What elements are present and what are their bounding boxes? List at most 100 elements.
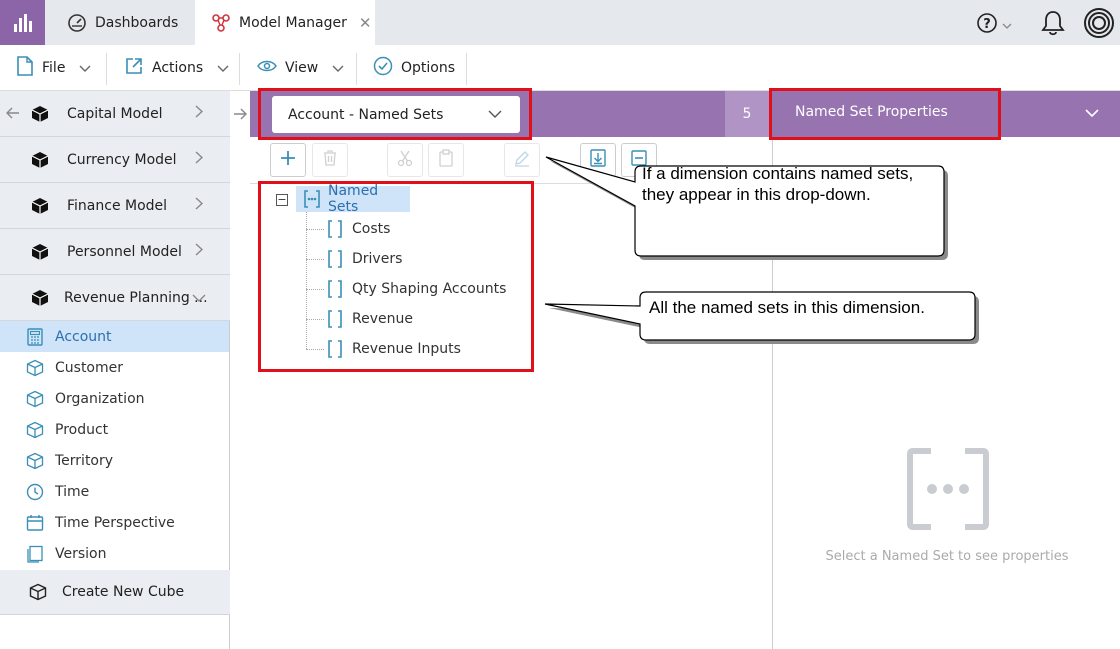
add-button[interactable]: [270, 143, 306, 177]
clock-icon: [26, 483, 44, 505]
dimension-label: Customer: [55, 359, 124, 376]
chevron-down-icon: [79, 60, 91, 76]
named-set-placeholder-icon: [907, 448, 989, 534]
chevron-right-icon: [195, 105, 204, 122]
cube-outline-icon: [26, 390, 44, 412]
model-network-icon: [211, 13, 231, 33]
help-icon: ?: [976, 12, 998, 38]
dimension-label: Territory: [55, 452, 114, 469]
arrow-right-icon[interactable]: [230, 91, 250, 137]
actions-menu[interactable]: Actions: [124, 45, 229, 91]
help-menu[interactable]: ?: [976, 12, 1012, 38]
chevron-right-icon: [195, 151, 204, 168]
model-label: Revenue Planning ...: [64, 289, 208, 306]
model-item-personnel[interactable]: Personnel Model: [0, 229, 230, 275]
tab-close-icon[interactable]: ✕: [359, 14, 372, 32]
chevron-down-icon: [1002, 19, 1012, 32]
top-bar: Dashboards Model Manager ✕ ?: [0, 0, 1120, 45]
help-glyph: ?: [983, 17, 991, 32]
callout-list-text: All the named sets in this dimension.: [649, 298, 925, 317]
toolbar-divider: [239, 53, 240, 85]
model-item-currency[interactable]: Currency Model: [0, 137, 230, 183]
chevron-right-icon: [195, 243, 204, 260]
tab-label: Model Manager: [239, 14, 347, 31]
chevron-down-icon: [332, 60, 344, 76]
model-label: Capital Model: [67, 105, 163, 122]
dimension-item-territory[interactable]: Territory: [0, 445, 229, 476]
notifications-bell-icon[interactable]: [1040, 9, 1066, 41]
empty-properties-message: Select a Named Set to see properties: [825, 549, 1069, 564]
callout-line: they appear in this drop-down.: [642, 185, 871, 204]
named-set-count-badge: 5: [725, 91, 769, 137]
create-new-cube-button[interactable]: Create New Cube: [0, 570, 230, 615]
tab-dashboards[interactable]: Dashboards: [45, 0, 195, 45]
model-item-revenue-planning[interactable]: Revenue Planning ...: [0, 275, 230, 321]
file-icon: [16, 55, 34, 81]
model-item-finance[interactable]: Finance Model: [0, 183, 230, 229]
model-label: Personnel Model: [67, 243, 182, 260]
callout-dropdown-text: If a dimension contains named sets, they…: [642, 163, 913, 205]
cube-icon: [31, 105, 49, 127]
download-tray-icon: [589, 148, 607, 172]
options-label: Options: [401, 60, 456, 76]
create-cube-label: Create New Cube: [62, 584, 185, 600]
dimension-item-customer[interactable]: Customer: [0, 352, 229, 383]
chevron-down-icon[interactable]: [1085, 105, 1099, 121]
cube-outline-icon: [26, 452, 44, 474]
callout-line: If a dimension contains named sets,: [642, 164, 914, 183]
app-logo-icon[interactable]: [0, 0, 45, 45]
view-menu[interactable]: View: [257, 45, 344, 91]
calendar-icon: [26, 514, 44, 536]
highlight-dropdown: [258, 88, 532, 140]
file-menu-label: File: [42, 60, 66, 76]
user-avatar-icon[interactable]: [1083, 7, 1115, 43]
dimension-item-time[interactable]: Time: [0, 476, 229, 507]
cube-icon: [31, 197, 49, 219]
dimension-item-version[interactable]: Version: [0, 538, 229, 569]
cube-icon: [31, 151, 49, 173]
clipboard-icon: [438, 149, 454, 171]
dimension-label: Time Perspective: [55, 514, 175, 531]
tab-model-manager[interactable]: Model Manager ✕: [195, 0, 375, 45]
cut-button[interactable]: [387, 143, 423, 177]
model-item-capital[interactable]: Capital Model: [0, 91, 230, 137]
paste-button[interactable]: [428, 143, 464, 177]
main-toolbar: File Actions View Options: [0, 45, 1120, 91]
scissors-icon: [396, 149, 414, 171]
model-label: Finance Model: [67, 197, 168, 214]
cube-outline-icon: [26, 421, 44, 443]
options-button[interactable]: Options: [373, 45, 455, 91]
tab-label: Dashboards: [95, 14, 179, 31]
external-link-icon: [124, 56, 144, 80]
cube-icon: [31, 243, 49, 265]
highlight-named-sets-list: [258, 181, 534, 372]
trash-icon: [322, 149, 338, 171]
calculator-icon: [26, 328, 44, 350]
dimension-label: Time: [55, 483, 90, 500]
edit-button[interactable]: [504, 143, 540, 177]
import-button[interactable]: [580, 143, 616, 177]
properties-panel: [774, 137, 1120, 649]
highlight-properties-title: [769, 88, 1001, 140]
cube-outline-icon: [29, 583, 47, 605]
plus-icon: [279, 149, 297, 171]
dimension-item-product[interactable]: Product: [0, 414, 229, 445]
dimension-label: Organization: [55, 390, 145, 407]
view-menu-label: View: [285, 60, 319, 76]
toolbar-divider: [466, 53, 467, 85]
eye-icon: [257, 59, 277, 77]
arrow-left-icon[interactable]: [6, 104, 20, 123]
toolbar-divider: [106, 53, 107, 85]
dimension-item-organization[interactable]: Organization: [0, 383, 229, 414]
model-sidebar: Capital Model Currency Model Finance Mod…: [0, 91, 230, 649]
dimension-item-account[interactable]: Account: [0, 321, 229, 352]
dimension-label: Product: [55, 421, 109, 438]
edit-pen-icon: [513, 149, 531, 171]
toolbar-divider: [356, 53, 357, 85]
file-menu[interactable]: File: [16, 45, 91, 91]
dimension-item-time-perspective[interactable]: Time Perspective: [0, 507, 229, 538]
cube-outline-icon: [26, 359, 44, 381]
check-circle-icon: [373, 56, 393, 80]
dimension-label: Account: [55, 328, 112, 345]
delete-button[interactable]: [312, 143, 348, 177]
